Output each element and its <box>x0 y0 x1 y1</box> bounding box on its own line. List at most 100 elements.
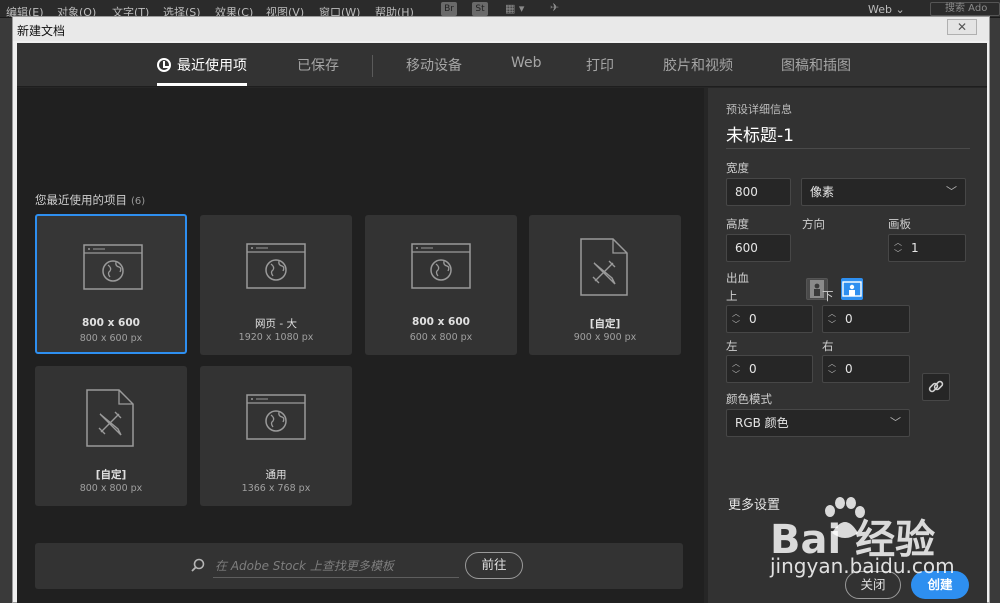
tab-web[interactable]: Web <box>511 55 542 71</box>
preset-card[interactable]: 800 x 600 800 x 600 px <box>35 214 187 354</box>
stepper-arrows-icon[interactable]: ︿ ﹀ <box>892 237 904 259</box>
preset-card[interactable]: 通用 1366 x 768 px <box>200 366 352 506</box>
workspace-switcher[interactable]: Web ⌄ <box>868 3 905 16</box>
tab-film-video[interactable]: 胶片和视频 <box>663 55 733 75</box>
preset-dimensions: 900 x 900 px <box>573 332 637 343</box>
stepper-arrows-icon[interactable]: ︿ ﹀ <box>730 308 742 330</box>
close-button[interactable]: 关闭 <box>845 571 901 599</box>
bleed-left-label: 左 <box>726 339 738 353</box>
dialog-titlebar: 新建文档 ✕ <box>13 17 989 41</box>
more-settings-link[interactable]: 更多设置 <box>728 494 780 513</box>
height-label: 高度 <box>726 217 749 231</box>
preset-name: 800 x 600 <box>82 317 140 329</box>
preset-card[interactable]: [自定] 800 x 800 px <box>35 366 187 506</box>
height-input[interactable]: 600 <box>726 234 791 262</box>
bleed-top-value: 0 <box>749 312 757 326</box>
stock-go-button[interactable]: 前往 <box>465 552 523 579</box>
landscape-icon <box>842 281 862 297</box>
recent-count: (6) <box>131 196 146 207</box>
bleed-right-stepper[interactable]: ︿ ﹀ 0 <box>822 355 910 383</box>
chevron-down-icon: ﹀ <box>890 416 901 429</box>
clock-icon <box>157 58 171 72</box>
web-page-icon <box>83 244 143 290</box>
bleed-bottom-value: 0 <box>845 312 853 326</box>
artboards-value: 1 <box>911 241 919 255</box>
preset-dimensions: 800 x 600 px <box>79 333 143 344</box>
tab-art-illustration[interactable]: 图稿和插图 <box>781 55 851 75</box>
preset-name: 网页 - 大 <box>255 318 297 330</box>
preset-dimensions: 600 x 800 px <box>409 332 473 343</box>
preset-category-tabs: 最近使用项 已保存 移动设备 Web 打印 胶片和视频 图稿和插图 <box>17 43 987 87</box>
web-page-icon <box>411 243 471 289</box>
custom-document-icon <box>86 389 134 447</box>
width-label: 宽度 <box>726 161 749 175</box>
landscape-orientation-button[interactable] <box>841 278 863 300</box>
web-page-icon <box>246 394 306 440</box>
bleed-left-value: 0 <box>749 362 757 376</box>
active-tab-underline <box>157 83 247 86</box>
help-search-input[interactable]: 搜索 Ado <box>930 2 1000 16</box>
gpu-performance-icon[interactable]: ✈ <box>550 1 559 14</box>
bleed-top-stepper[interactable]: ︿ ﹀ 0 <box>726 305 813 333</box>
height-value: 600 <box>735 241 758 255</box>
create-button[interactable]: 创建 <box>911 571 969 599</box>
bleed-right-value: 0 <box>845 362 853 376</box>
preset-dimensions: 1920 x 1080 px <box>238 332 314 343</box>
new-document-dialog: 新建文档 ✕ 最近使用项 已保存 移动设备 Web 打印 胶片和视频 图稿和插图… <box>12 16 990 603</box>
preset-name: [自定] <box>589 318 621 330</box>
stepper-arrows-icon[interactable]: ︿ ﹀ <box>826 358 838 380</box>
tab-recent-label: 最近使用项 <box>177 58 247 74</box>
web-page-icon <box>246 243 306 289</box>
tab-saved[interactable]: 已保存 <box>297 55 339 75</box>
chain-link-icon <box>928 380 944 393</box>
preset-name: [自定] <box>95 469 127 481</box>
bleed-right-label: 右 <box>822 339 834 353</box>
recent-presets-area: 您最近使用的项目 (6) 800 x 600 800 x 600 px 网页 -… <box>17 88 704 603</box>
bleed-label: 出血 <box>726 271 749 285</box>
color-mode-value: RGB 颜色 <box>735 416 789 430</box>
stock-search-placeholder: 在 Adobe Stock 上查找更多模板 <box>215 559 394 573</box>
color-mode-label: 颜色模式 <box>726 392 772 406</box>
bleed-left-stepper[interactable]: ︿ ﹀ 0 <box>726 355 813 383</box>
custom-document-icon <box>580 238 628 296</box>
stock-search-input[interactable]: 在 Adobe Stock 上查找更多模板 <box>213 552 459 578</box>
bleed-bottom-label: 下 <box>822 289 834 303</box>
tab-recent[interactable]: 最近使用项 <box>157 55 247 86</box>
orientation-label: 方向 <box>802 217 825 231</box>
artboards-stepper[interactable]: ︿ ﹀ 1 <box>888 234 966 262</box>
workspace-label: Web <box>868 3 892 16</box>
bleed-bottom-stepper[interactable]: ︿ ﹀ 0 <box>822 305 910 333</box>
arrange-documents-icon[interactable]: ▦ ▾ <box>505 2 524 15</box>
stepper-arrows-icon[interactable]: ︿ ﹀ <box>730 358 742 380</box>
preset-details-title: 预设详细信息 <box>726 103 792 116</box>
document-name-field[interactable]: 未标题-1 <box>726 118 970 149</box>
preset-card[interactable]: 网页 - 大 1920 x 1080 px <box>200 215 352 355</box>
preset-name: 800 x 600 <box>412 316 470 328</box>
color-mode-select[interactable]: RGB 颜色 ﹀ <box>726 409 910 437</box>
unit-value: 像素 <box>810 185 835 199</box>
link-bleed-button[interactable] <box>922 373 950 401</box>
dialog-body: 最近使用项 已保存 移动设备 Web 打印 胶片和视频 图稿和插图 您最近使用的… <box>17 43 987 603</box>
preset-card[interactable]: 800 x 600 600 x 800 px <box>365 215 517 355</box>
search-placeholder: 搜索 Ado <box>945 3 988 14</box>
preset-details-panel: 预设详细信息 未标题-1 宽度 800 像素 ﹀ 高度 600 方向 画板 ︿ … <box>708 88 987 603</box>
dialog-close-icon[interactable]: ✕ <box>947 19 977 35</box>
tab-print[interactable]: 打印 <box>586 55 614 75</box>
recent-heading-label: 您最近使用的项目 <box>35 193 127 207</box>
width-value: 800 <box>735 185 758 199</box>
unit-select[interactable]: 像素 ﹀ <box>801 178 966 206</box>
search-icon <box>191 558 205 572</box>
chevron-down-icon: ﹀ <box>946 185 957 198</box>
preset-dimensions: 1366 x 768 px <box>241 483 311 494</box>
tab-separator <box>372 55 373 77</box>
stock-app-icon[interactable]: St <box>472 2 488 16</box>
bridge-app-icon[interactable]: Br <box>441 2 457 16</box>
bleed-top-label: 上 <box>726 289 738 303</box>
dialog-title: 新建文档 <box>17 24 66 38</box>
tab-mobile[interactable]: 移动设备 <box>406 55 462 75</box>
recent-heading: 您最近使用的项目 (6) <box>35 192 145 208</box>
artboards-label: 画板 <box>888 217 911 231</box>
width-input[interactable]: 800 <box>726 178 791 206</box>
preset-card[interactable]: [自定] 900 x 900 px <box>529 215 681 355</box>
stepper-arrows-icon[interactable]: ︿ ﹀ <box>826 308 838 330</box>
